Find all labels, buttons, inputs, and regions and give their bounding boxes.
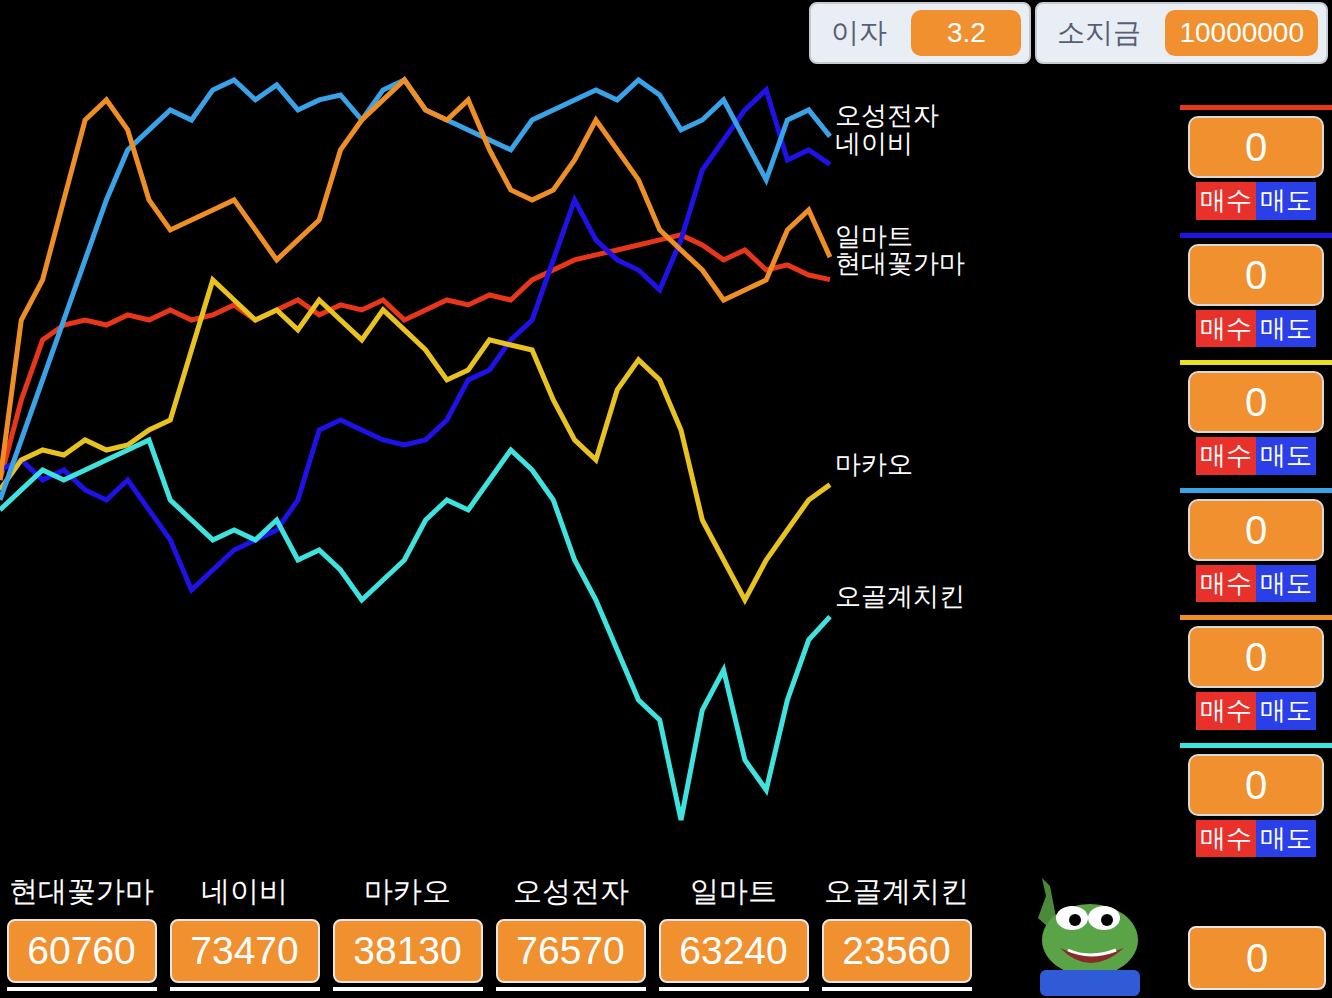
game-stage: 이자3.2소지금10000000 오성전자네이비일마트현대꽃가마마카오오골계치킨…	[0, 0, 1332, 998]
holding-color-bar	[1180, 615, 1332, 620]
sell-button[interactable]: 매도	[1256, 310, 1316, 348]
sell-button[interactable]: 매도	[1256, 437, 1316, 475]
price-line	[0, 80, 830, 500]
buy-button[interactable]: 매수	[1196, 437, 1256, 475]
cash-display: 소지금 10000000	[1035, 2, 1328, 64]
price-line	[0, 280, 830, 600]
holding-count: 0	[1188, 626, 1324, 688]
trade-buttons: 매수매도	[1180, 182, 1332, 220]
stock-name: 네이비	[201, 870, 288, 909]
stock-list: 현대꽃가마 60760 네이비 73470 마카오 38130 오성전자 76570 일마트 63…	[0, 870, 980, 998]
stock-tick	[7, 987, 157, 991]
trade-buttons: 매수매도	[1180, 310, 1332, 348]
trade-buttons: 매수매도	[1180, 692, 1332, 730]
stock-item: 마카오 38130	[326, 870, 489, 998]
stock-price: 60760	[7, 919, 157, 983]
series-label: 현대꽃가마	[835, 248, 965, 278]
stock-name: 오성전자	[513, 870, 629, 909]
cash-label: 소지금	[1057, 12, 1141, 54]
buy-button[interactable]: 매수	[1196, 182, 1256, 220]
buy-button[interactable]: 매수	[1196, 692, 1256, 730]
buy-button[interactable]: 매수	[1196, 820, 1256, 858]
holding-count: 0	[1188, 499, 1324, 561]
stock-item: 일마트 63240	[652, 870, 815, 998]
chart-canvas: 오성전자네이비일마트현대꽃가마마카오오골계치킨	[0, 65, 1000, 870]
holding-color-bar	[1180, 743, 1332, 748]
sell-button[interactable]: 매도	[1256, 565, 1316, 603]
holding-count: 0	[1188, 754, 1324, 816]
top-bar: 이자 3.2 소지금 10000000	[0, 0, 1332, 65]
interest-display: 이자 3.2	[809, 2, 1031, 64]
stock-tick	[170, 987, 320, 991]
stock-tick	[333, 987, 483, 991]
sell-button[interactable]: 매도	[1256, 692, 1316, 730]
holding-card: 0 매수매도	[1180, 488, 1332, 616]
stock-tick	[822, 987, 972, 991]
price-line	[0, 80, 830, 480]
trade-buttons: 매수매도	[1180, 565, 1332, 603]
stock-price: 38130	[333, 919, 483, 983]
sell-button[interactable]: 매도	[1256, 820, 1316, 858]
stock-item: 오성전자 76570	[489, 870, 652, 998]
buy-button[interactable]: 매수	[1196, 310, 1256, 348]
stock-tick	[496, 987, 646, 991]
holding-card: 0 매수매도	[1180, 233, 1332, 361]
trade-buttons: 매수매도	[1180, 437, 1332, 475]
interest-value: 3.2	[911, 10, 1021, 56]
holdings-panel: 0매수매도0매수매도0매수매도0매수매도0매수매도0매수매도	[1180, 65, 1332, 870]
holding-color-bar	[1180, 488, 1332, 493]
stock-name: 일마트	[690, 870, 777, 909]
holding-card: 0 매수매도	[1180, 105, 1332, 233]
stock-item: 오골계치킨 23560	[815, 870, 978, 998]
cash-value: 10000000	[1165, 10, 1318, 56]
series-label: 마카오	[835, 449, 913, 479]
sell-button[interactable]: 매도	[1256, 182, 1316, 220]
total-display: 0	[1188, 926, 1326, 990]
stock-price: 23560	[822, 919, 972, 983]
stock-price: 63240	[659, 919, 809, 983]
series-label: 네이비	[835, 128, 913, 158]
holding-count: 0	[1188, 116, 1324, 178]
holding-card: 0 매수매도	[1180, 615, 1332, 743]
trade-buttons: 매수매도	[1180, 820, 1332, 858]
stock-name: 현대꽃가마	[9, 870, 154, 909]
stock-name: 마카오	[364, 870, 451, 909]
stock-tick	[659, 987, 809, 991]
stock-item: 네이비 73470	[163, 870, 326, 998]
holding-card: 0 매수매도	[1180, 360, 1332, 488]
stock-name: 오골계치킨	[824, 870, 969, 909]
series-label: 오성전자	[835, 100, 939, 130]
holding-color-bar	[1180, 105, 1332, 110]
buy-button[interactable]: 매수	[1196, 565, 1256, 603]
stock-item: 현대꽃가마 60760	[0, 870, 163, 998]
interest-label: 이자	[831, 12, 887, 54]
stock-price: 76570	[496, 919, 646, 983]
holding-card: 0 매수매도	[1180, 743, 1332, 871]
series-label: 오골계치킨	[835, 581, 965, 611]
frog-icon	[980, 870, 1170, 998]
holding-color-bar	[1180, 233, 1332, 238]
holding-count: 0	[1188, 371, 1324, 433]
middle-area: 오성전자네이비일마트현대꽃가마마카오오골계치킨 0매수매도0매수매도0매수매도0…	[0, 65, 1332, 870]
holding-count: 0	[1188, 244, 1324, 306]
price-chart: 오성전자네이비일마트현대꽃가마마카오오골계치킨	[0, 65, 1000, 870]
series-label: 일마트	[835, 221, 913, 251]
price-line	[0, 440, 830, 820]
stock-price: 73470	[170, 919, 320, 983]
holding-color-bar	[1180, 360, 1332, 365]
bottom-area: 현대꽃가마 60760 네이비 73470 마카오 38130 오성전자 76570 일마트 63…	[0, 870, 1332, 998]
